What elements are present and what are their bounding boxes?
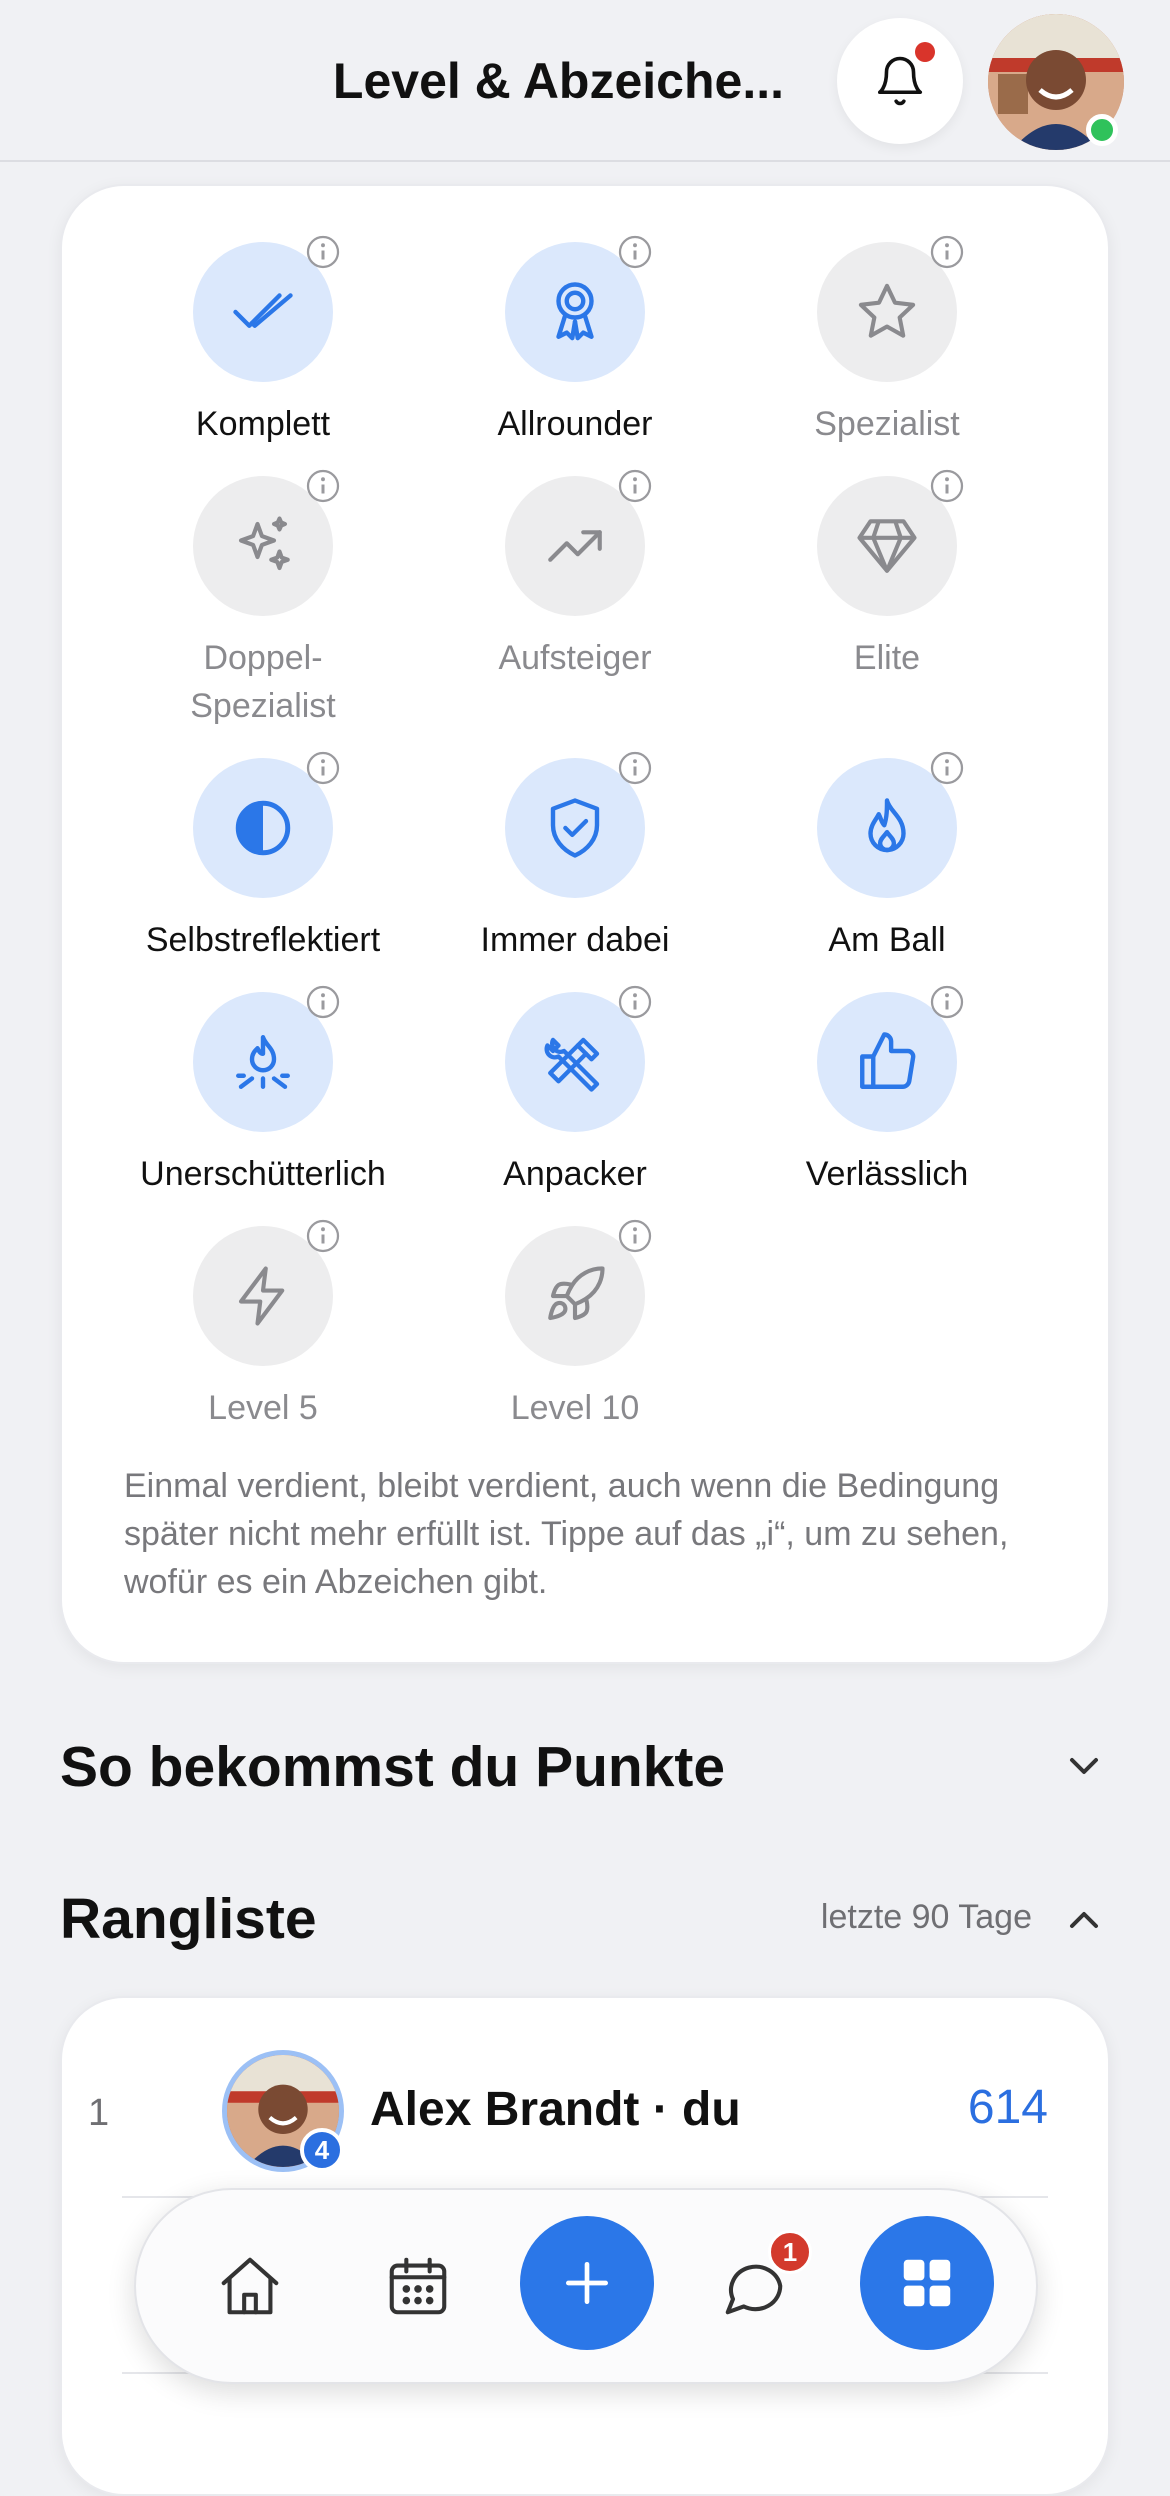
badge-label: Anpacker [503, 1155, 647, 1193]
notifications-button[interactable] [837, 18, 963, 144]
badge-label: Spezialist [814, 405, 960, 443]
grid-icon [903, 2259, 951, 2307]
nav-calendar[interactable] [368, 2236, 468, 2336]
nav-home[interactable] [200, 2236, 300, 2336]
info-icon[interactable] [305, 984, 341, 1020]
badge-anpacker[interactable]: Anpacker [419, 985, 731, 1198]
badge-allrounder[interactable]: Allrounder [419, 235, 731, 448]
badge-level-10[interactable]: Level 10 [419, 1219, 731, 1432]
info-icon[interactable] [305, 1218, 341, 1254]
badge-level-5[interactable]: Level 5 [107, 1219, 419, 1432]
bell-icon [877, 56, 923, 106]
rank-name: Alex Brandt · du [370, 2083, 741, 2136]
info-icon[interactable] [617, 468, 653, 504]
info-icon[interactable] [929, 468, 965, 504]
info-icon[interactable] [929, 234, 965, 270]
badge-label: Elite [853, 639, 921, 677]
badge-label: Unerschütterlich [140, 1155, 386, 1193]
badge-am-ball[interactable]: Am Ball [731, 751, 1043, 964]
notification-dot [915, 42, 935, 62]
online-status-dot [1086, 114, 1118, 146]
badge-verlaesslich[interactable]: Verlässlich [731, 985, 1043, 1198]
badge-label: Allrounder [497, 405, 653, 443]
rank-number: 1 [88, 2092, 110, 2134]
nav-dashboard[interactable] [860, 2216, 994, 2350]
ranking-period[interactable]: letzte 90 Tage [821, 1898, 1032, 1937]
badges-note: Einmal verdient, bleibt verdient, auch w… [124, 1467, 1009, 1601]
badge-aufsteiger[interactable]: Aufsteiger [419, 469, 731, 682]
points-section-title[interactable]: So bekommst du Punkte [60, 1734, 725, 1800]
badge-spezialist[interactable]: Spezialist [731, 235, 1043, 448]
info-icon[interactable] [617, 984, 653, 1020]
double-check-icon [233, 293, 293, 328]
half-circle-icon [235, 800, 291, 856]
calendar-icon [389, 2257, 447, 2315]
badge-label: Aufsteiger [498, 639, 652, 677]
badges-card: Komplett Allrounder Spezialist Doppel- S… [60, 184, 1110, 1664]
badge-label: Verlässlich [805, 1155, 969, 1193]
badge-label: Immer dabei [480, 921, 670, 959]
chat-unread-badge: 1 [768, 2230, 812, 2274]
shield-check-icon [550, 798, 600, 858]
badge-selbstreflektiert[interactable]: Selbstreflektiert [107, 751, 419, 964]
trending-up-icon [548, 530, 602, 562]
add-button[interactable] [520, 2216, 654, 2350]
badge-elite[interactable]: Elite [731, 469, 1043, 682]
rocket-icon [548, 1266, 605, 1321]
chevron-up-icon[interactable] [1060, 1896, 1108, 1944]
lightning-icon [238, 1266, 285, 1326]
diamond-icon [857, 519, 917, 573]
info-icon[interactable] [305, 468, 341, 504]
badge-immer-dabei[interactable]: Immer dabei [419, 751, 731, 964]
badge-label: Level 5 [208, 1389, 318, 1427]
bottom-nav: 1 [134, 2188, 1038, 2384]
ranking-section-title[interactable]: Rangliste [60, 1886, 317, 1952]
thumbs-up-icon [860, 1032, 916, 1089]
plus-icon [566, 2262, 608, 2304]
star-icon [858, 283, 916, 338]
rank-points: 614 [967, 2081, 1048, 2134]
badge-doppel-spezialist[interactable]: Doppel- Spezialist [107, 469, 419, 730]
award-rosette-icon [556, 282, 594, 341]
badge-label: Komplett [195, 405, 331, 443]
campfire-icon [236, 1035, 290, 1089]
info-icon[interactable] [305, 750, 341, 786]
badge-label: Am Ball [828, 921, 946, 959]
badge-label: Selbstreflektiert [145, 921, 381, 959]
info-icon[interactable] [305, 234, 341, 270]
home-icon [221, 2257, 279, 2315]
badge-unerschuetterlich[interactable]: Unerschütterlich [107, 985, 419, 1198]
info-icon[interactable] [617, 750, 653, 786]
flame-icon [868, 798, 906, 853]
info-icon[interactable] [929, 984, 965, 1020]
info-icon[interactable] [929, 750, 965, 786]
page-title: Level & Abzeiche... [332, 53, 784, 109]
top-bar: Level & Abzeiche... [0, 0, 1170, 162]
info-icon[interactable] [617, 1218, 653, 1254]
level-badge: 4 [300, 2128, 344, 2172]
badge-label: Doppel- Spezialist [190, 639, 336, 725]
sparkles-icon [238, 516, 290, 571]
tools-icon [544, 1037, 600, 1092]
badge-komplett[interactable]: Komplett [107, 235, 419, 448]
chevron-down-icon[interactable] [1060, 1742, 1108, 1790]
badge-label: Level 10 [510, 1389, 640, 1427]
info-icon[interactable] [617, 234, 653, 270]
